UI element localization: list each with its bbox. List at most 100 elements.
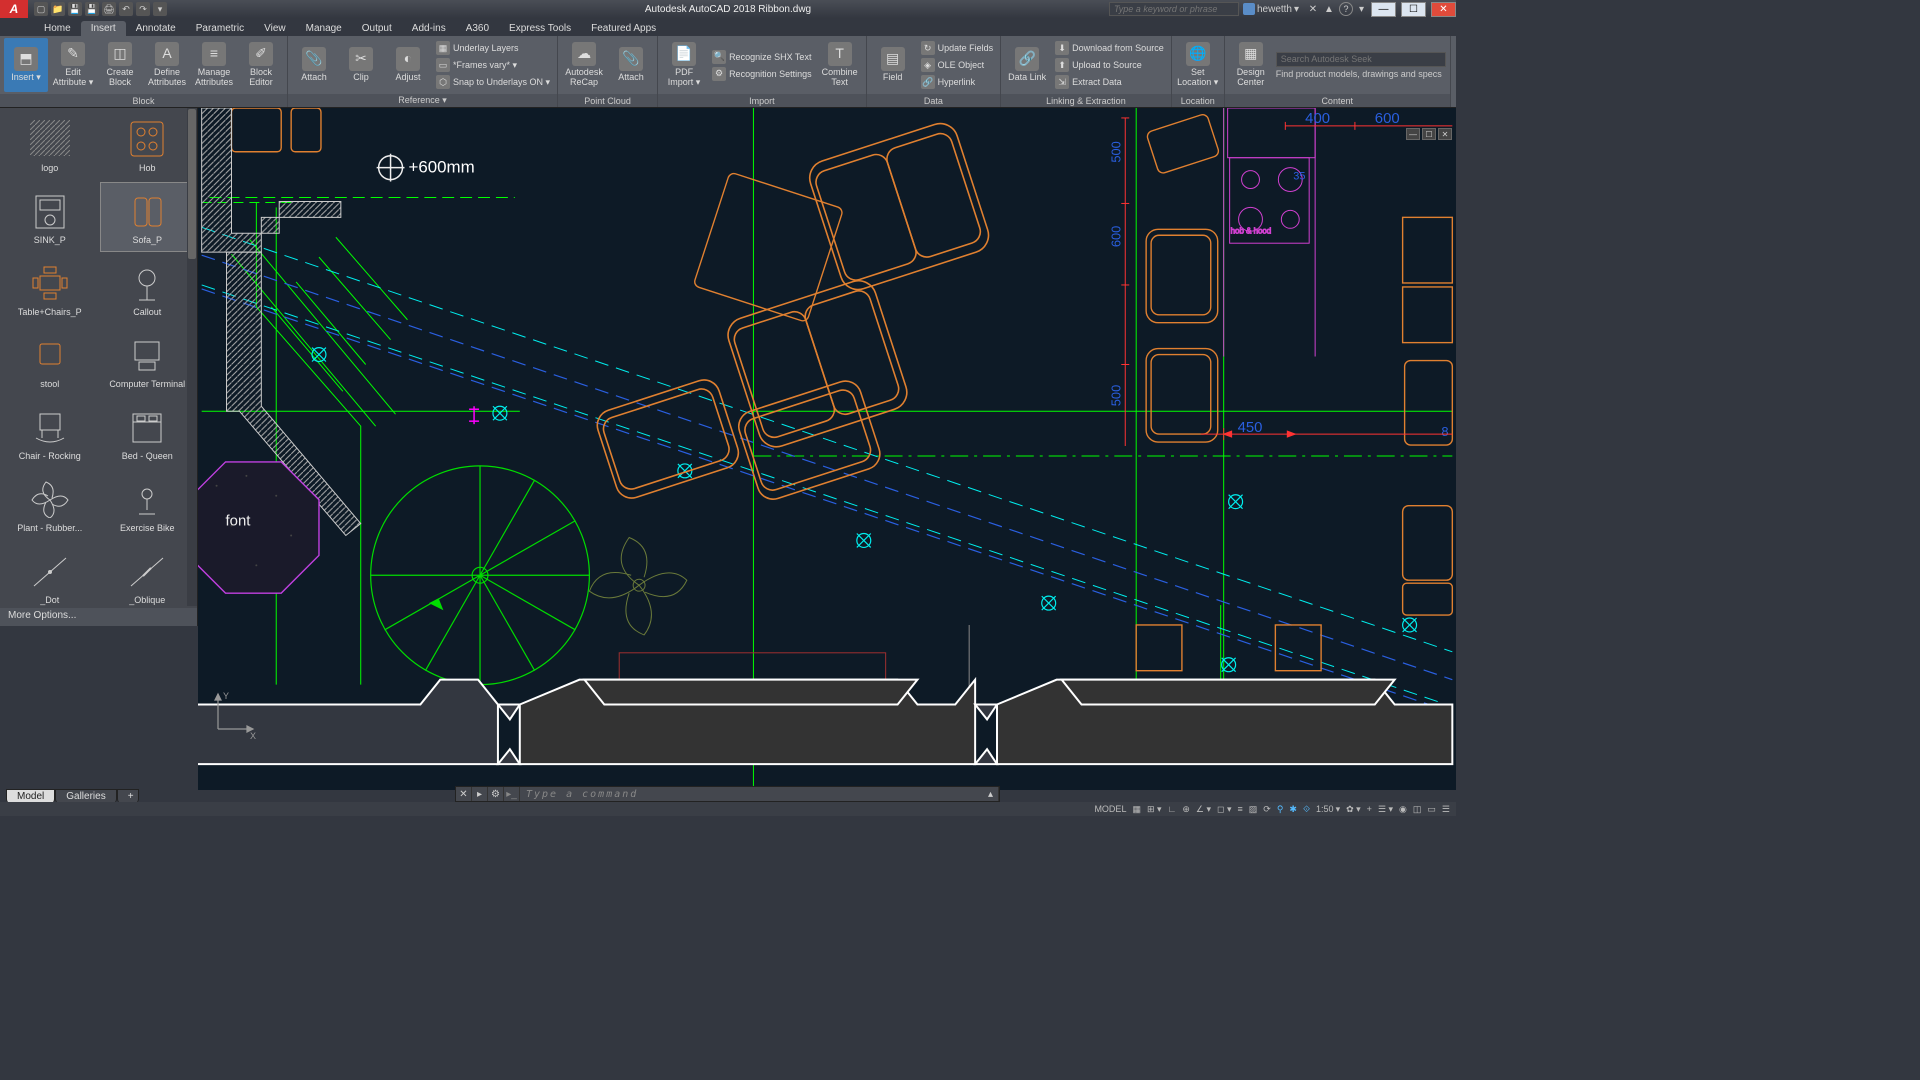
qat-open-icon[interactable]: 📁: [51, 2, 65, 16]
viewport-close-button[interactable]: ✕: [1438, 128, 1452, 140]
extract-data-item[interactable]: ⇲Extract Data: [1052, 74, 1167, 90]
panel-title[interactable]: Data: [867, 94, 1001, 107]
close-button[interactable]: ✕: [1431, 2, 1456, 17]
panel-title[interactable]: Location: [1172, 94, 1224, 107]
seek-search-input[interactable]: [1276, 52, 1446, 67]
status-annoauto-icon[interactable]: ⟐: [1303, 804, 1310, 815]
recognize-shx-text-item[interactable]: 🔍Recognize SHX Text: [709, 49, 815, 65]
tab-a360[interactable]: A360: [456, 21, 499, 36]
tab-output[interactable]: Output: [352, 21, 402, 36]
status-modelspace[interactable]: MODEL: [1094, 804, 1126, 814]
field-button[interactable]: ▤Field: [871, 38, 915, 92]
viewport-maximize-button[interactable]: ☐: [1422, 128, 1436, 140]
panel-title[interactable]: Point Cloud: [558, 94, 657, 107]
block-plant-rubber-[interactable]: Plant - Rubber...: [2, 470, 98, 540]
status-lwt-icon[interactable]: ≡: [1237, 804, 1242, 814]
stayconnected-icon[interactable]: ▲: [1323, 3, 1335, 15]
exchange-icon[interactable]: ✕: [1307, 3, 1319, 15]
tab-insert[interactable]: Insert: [81, 21, 126, 36]
block-sink-p[interactable]: SINK_P: [2, 182, 98, 252]
status-annovis-icon[interactable]: ✱: [1289, 804, 1297, 815]
status-monitor-icon[interactable]: +: [1367, 804, 1372, 814]
clip-button[interactable]: ✂Clip: [339, 38, 383, 92]
qat-save-icon[interactable]: 💾: [68, 2, 82, 16]
panel-title[interactable]: Linking & Extraction: [1001, 94, 1171, 107]
tab-view[interactable]: View: [254, 21, 296, 36]
attach-button[interactable]: 📎Attach: [292, 38, 336, 92]
qat-redo-icon[interactable]: ↷: [136, 2, 150, 16]
block--oblique[interactable]: _Oblique: [100, 542, 196, 612]
panel-title[interactable]: Import: [658, 94, 866, 107]
tab-add-layout[interactable]: +: [117, 789, 139, 803]
combine-text-button[interactable]: TCombine Text: [818, 38, 862, 92]
qat-new-icon[interactable]: ▢: [34, 2, 48, 16]
block-computer-terminal[interactable]: Computer Terminal: [100, 326, 196, 396]
maximize-button[interactable]: ☐: [1401, 2, 1426, 17]
status-isolate-icon[interactable]: ◫: [1413, 804, 1422, 815]
tab-add-ins[interactable]: Add-ins: [402, 21, 456, 36]
status-snap-icon[interactable]: ⊞ ▾: [1147, 804, 1162, 815]
cmd-close-icon[interactable]: ✕: [456, 787, 472, 801]
panel-title[interactable]: Content: [1225, 94, 1450, 107]
status-osnap-icon[interactable]: ◻ ▾: [1217, 804, 1232, 815]
status-ortho-icon[interactable]: ∟: [1168, 804, 1177, 814]
tab-model[interactable]: Model: [6, 789, 55, 803]
autodesk-recap-button[interactable]: ☁Autodesk ReCap: [562, 38, 606, 92]
design-center-button[interactable]: ▦Design Center: [1229, 38, 1273, 92]
status-hw-icon[interactable]: ◉: [1399, 804, 1407, 815]
qat-undo-icon[interactable]: ↶: [119, 2, 133, 16]
create-block-button[interactable]: ◫Create Block: [98, 38, 142, 92]
block-table-chairs-p[interactable]: Table+Chairs_P: [2, 254, 98, 324]
underlay-layers-item[interactable]: ▦Underlay Layers: [433, 40, 553, 56]
palette-scrollbar[interactable]: [187, 108, 197, 606]
infocenter-search[interactable]: [1109, 2, 1239, 16]
block-editor-button[interactable]: ✐Block Editor: [239, 38, 283, 92]
manage-attributes-button[interactable]: ≡Manage Attributes: [192, 38, 236, 92]
pdf-import-button[interactable]: 📄PDF Import ▾: [662, 38, 706, 92]
status-ws-icon[interactable]: ✿ ▾: [1346, 804, 1361, 815]
qat-plot-icon[interactable]: 🖨: [102, 2, 116, 16]
block--dot[interactable]: _Dot: [2, 542, 98, 612]
status-iso-icon[interactable]: ∠ ▾: [1196, 804, 1211, 815]
hyperlink-item[interactable]: 🔗Hyperlink: [918, 74, 997, 90]
block-logo[interactable]: logo: [2, 110, 98, 180]
data-link-button[interactable]: 🔗Data Link: [1005, 38, 1049, 92]
ole-object-item[interactable]: ◈OLE Object: [918, 57, 997, 73]
status-scale[interactable]: 1:50 ▾: [1316, 804, 1340, 815]
more-options-link[interactable]: More Options...: [0, 608, 197, 626]
adjust-button[interactable]: ◐Adjust: [386, 38, 430, 92]
status-polar-icon[interactable]: ⊕: [1182, 804, 1190, 815]
recognition-settings-item[interactable]: ⚙Recognition Settings: [709, 66, 815, 82]
block-bed-queen[interactable]: Bed - Queen: [100, 398, 196, 468]
block-sofa-p[interactable]: Sofa_P: [100, 182, 196, 252]
cmd-recent-icon[interactable]: ▸: [472, 787, 488, 801]
status-cycling-icon[interactable]: ⟳: [1263, 804, 1271, 815]
status-units-icon[interactable]: ☰ ▾: [1378, 804, 1393, 815]
block-hob[interactable]: Hob: [100, 110, 196, 180]
attach-button[interactable]: 📎Attach: [609, 38, 653, 92]
define-attributes-button[interactable]: ADefine Attributes: [145, 38, 189, 92]
status-custom-icon[interactable]: ☰: [1442, 804, 1450, 815]
help-icon[interactable]: ?: [1339, 2, 1353, 16]
viewport-minimize-button[interactable]: —: [1406, 128, 1420, 140]
qat-saveas-icon[interactable]: 💾: [85, 2, 99, 16]
app-logo[interactable]: A: [0, 0, 28, 18]
user-signin[interactable]: hewetth▾: [1243, 3, 1303, 15]
insert-button[interactable]: ⬒Insert ▾: [4, 38, 48, 92]
block-callout[interactable]: Callout: [100, 254, 196, 324]
drawing-canvas[interactable]: — ☐ ✕: [198, 108, 1456, 790]
qat-dropdown-icon[interactable]: ▾: [153, 2, 167, 16]
snap-to-underlays-on--item[interactable]: ⬡Snap to Underlays ON ▾: [433, 74, 553, 90]
tab-galleries[interactable]: Galleries: [55, 789, 116, 803]
panel-title[interactable]: Block: [0, 94, 287, 107]
update-fields-item[interactable]: ↻Update Fields: [918, 40, 997, 56]
edit-attribute-button[interactable]: ✎Edit Attribute ▾: [51, 38, 95, 92]
status-transparency-icon[interactable]: ▨: [1249, 804, 1258, 815]
command-input[interactable]: Type a command: [520, 789, 983, 800]
minimize-button[interactable]: —: [1371, 2, 1396, 17]
status-clean-icon[interactable]: ▭: [1427, 804, 1436, 815]
command-line[interactable]: ✕ ▸ ⚙ ▸_ Type a command ▴: [455, 786, 1000, 802]
block-chair-rocking[interactable]: Chair - Rocking: [2, 398, 98, 468]
panel-title[interactable]: Reference ▾: [288, 94, 557, 107]
upload-to-source-item[interactable]: ⬆Upload to Source: [1052, 57, 1167, 73]
